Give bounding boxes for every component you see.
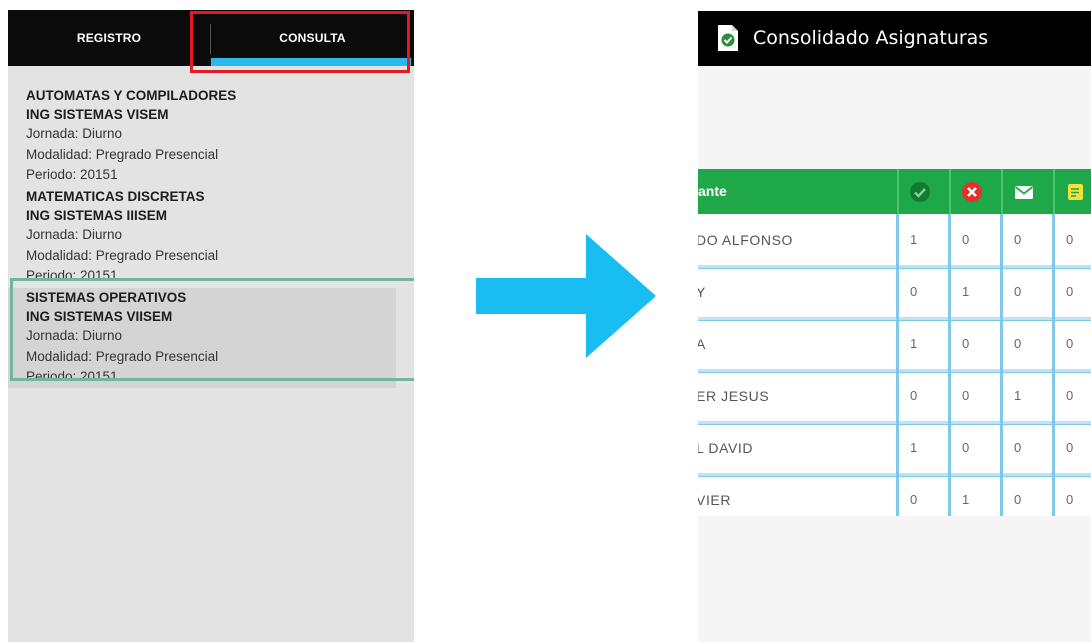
tab-registro[interactable]: REGISTRO	[8, 10, 210, 66]
cell-messages: 0	[1014, 440, 1022, 455]
consolidado-screen: Consolidado Asignaturas ante DO ALFONSO …	[698, 11, 1091, 642]
envelope-icon	[1014, 186, 1034, 199]
student-name: DO ALFONSO	[698, 232, 794, 248]
student-name: ER JESUS	[698, 388, 770, 404]
column-divider	[896, 214, 899, 516]
cell-notes: 0	[1066, 388, 1074, 403]
table-row[interactable]: A 1 0 0 0	[698, 318, 1091, 370]
student-name: Y	[698, 284, 706, 300]
subject-modalidad: Modalidad: Pregrado Presencial	[26, 146, 219, 162]
subject-periodo: Periodo: 20151	[26, 167, 118, 182]
subject-program: ING SISTEMAS IIISEM	[26, 208, 168, 223]
column-divider	[1052, 214, 1055, 516]
student-column-header: ante	[698, 183, 727, 199]
subject-title: AUTOMATAS Y COMPILADORES	[26, 88, 237, 103]
cell-failed: 0	[962, 232, 970, 247]
table-header: ante	[698, 169, 1091, 214]
cell-messages: 0	[1014, 336, 1022, 351]
student-name: VIER	[698, 492, 732, 508]
cell-approved: 1	[910, 336, 918, 351]
subject-modalidad: Modalidad: Pregrado Presencial	[26, 247, 219, 263]
table-row[interactable]: Y 0 1 0 0	[698, 266, 1091, 318]
selected-subject-highlight-box	[10, 278, 414, 381]
action-bar: Consolidado Asignaturas	[698, 11, 1091, 66]
x-circle-icon	[962, 182, 982, 202]
header-divider	[1001, 169, 1003, 214]
header-divider	[897, 169, 899, 214]
cell-approved: 0	[910, 492, 918, 507]
cell-approved: 0	[910, 388, 918, 403]
cell-notes: 0	[1066, 232, 1074, 247]
cell-messages: 1	[1014, 388, 1022, 403]
cell-messages: 0	[1014, 492, 1022, 507]
cell-failed: 1	[962, 284, 970, 299]
cell-messages: 0	[1014, 284, 1022, 299]
table-row[interactable]: L DAVID 1 0 0 0	[698, 422, 1091, 474]
cell-approved: 0	[910, 284, 918, 299]
column-divider	[948, 214, 951, 516]
student-name: A	[698, 336, 706, 352]
cell-failed: 0	[962, 336, 970, 351]
header-divider	[1053, 169, 1055, 214]
subject-program: ING SISTEMAS VISEM	[26, 107, 169, 122]
subject-title: MATEMATICAS DISCRETAS	[26, 189, 205, 204]
cell-approved: 1	[910, 440, 918, 455]
app-title: Consolidado Asignaturas	[753, 27, 989, 49]
student-name: L DAVID	[698, 440, 754, 456]
header-divider	[949, 169, 951, 214]
cell-approved: 1	[910, 232, 918, 247]
subject-jornada: Jornada: Diurno	[26, 227, 123, 242]
app-logo-icon	[718, 25, 738, 51]
cell-notes: 0	[1066, 440, 1074, 455]
cell-failed: 1	[962, 492, 970, 507]
right-arrow-icon	[476, 234, 656, 358]
cell-failed: 0	[962, 388, 970, 403]
subject-item-automatas[interactable]: AUTOMATAS Y COMPILADORES ING SISTEMAS VI…	[8, 86, 396, 186]
cell-notes: 0	[1066, 284, 1074, 299]
cell-notes: 0	[1066, 492, 1074, 507]
consulta-screen: REGISTRO CONSULTA AUTOMATAS Y COMPILADOR…	[8, 10, 414, 642]
subject-item-matematicas[interactable]: MATEMATICAS DISCRETAS ING SISTEMAS IIISE…	[8, 187, 396, 287]
subject-jornada: Jornada: Diurno	[26, 126, 123, 141]
note-icon	[1068, 184, 1083, 200]
column-divider	[1000, 214, 1003, 516]
table-row[interactable]: ER JESUS 0 0 1 0	[698, 370, 1091, 422]
consulta-tab-highlight-box	[190, 11, 410, 73]
cell-messages: 0	[1014, 232, 1022, 247]
table-row[interactable]: VIER 0 1 0 0	[698, 474, 1091, 516]
cell-failed: 0	[962, 440, 970, 455]
table-row[interactable]: DO ALFONSO 1 0 0 0	[698, 214, 1091, 266]
cell-notes: 0	[1066, 336, 1074, 351]
table-body: DO ALFONSO 1 0 0 0 Y 0 1 0 0 A 1 0 0 0 E…	[698, 214, 1091, 516]
check-circle-icon	[910, 182, 930, 202]
